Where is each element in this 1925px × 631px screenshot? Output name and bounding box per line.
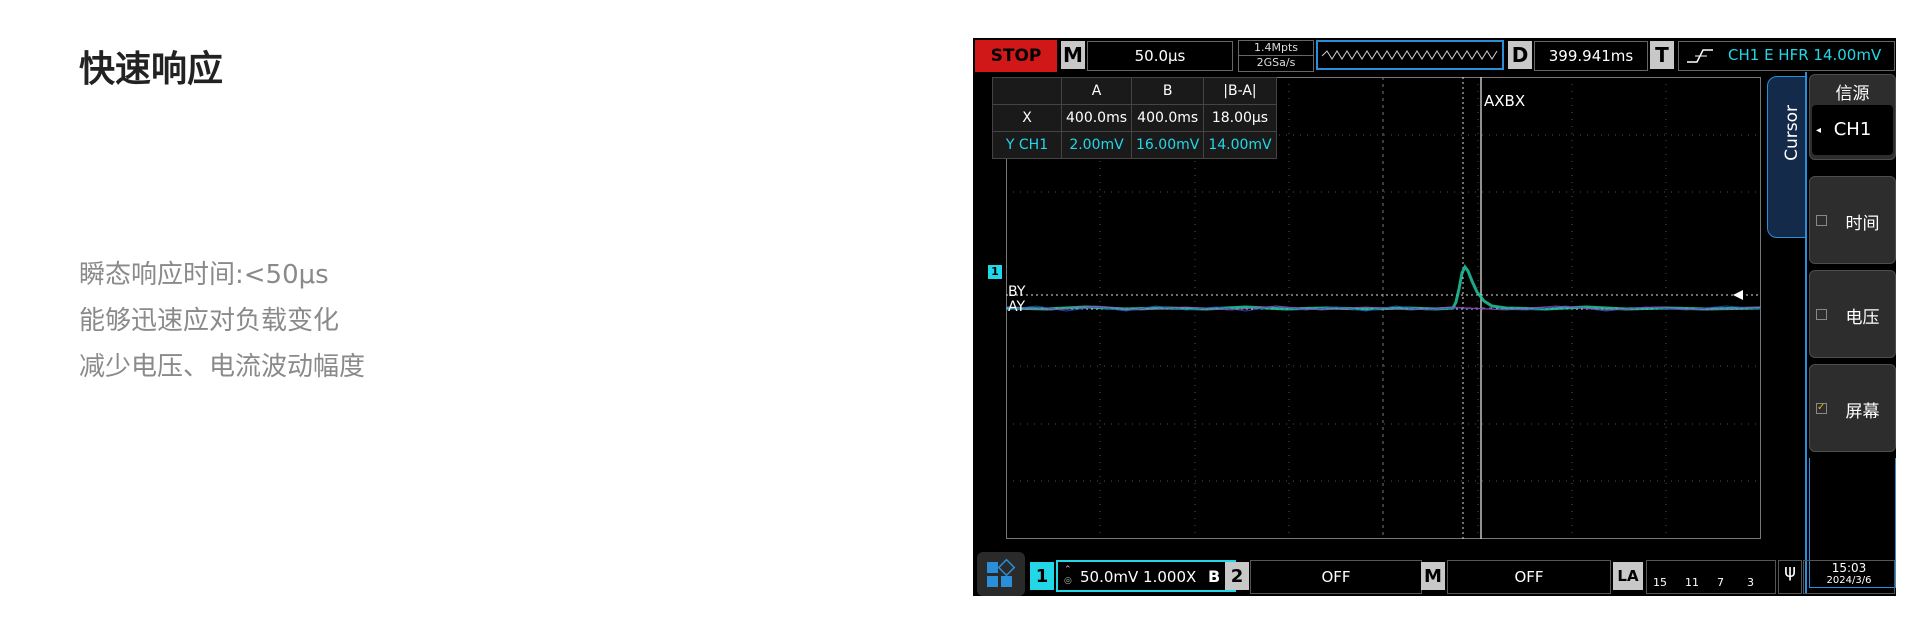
home-menu-button[interactable] bbox=[977, 552, 1025, 596]
ch1-ground-marker[interactable]: 1 bbox=[988, 265, 1002, 279]
table-cell: 14.00mV bbox=[1203, 131, 1277, 159]
cursor-by-label: BY bbox=[1008, 284, 1026, 300]
delay-icon: D bbox=[1508, 41, 1532, 69]
la-num: 3 bbox=[1747, 576, 1754, 589]
feature-description: 瞬态响应时间:<50μs 能够迅速应对负载变化 减少电压、电流波动幅度 bbox=[79, 252, 365, 390]
table-cell: 18.00μs bbox=[1203, 104, 1277, 132]
la-num: 7 bbox=[1717, 576, 1724, 589]
table-header: B bbox=[1131, 77, 1205, 105]
ch1-settings: 50.0mV 1.000X bbox=[1080, 568, 1197, 586]
cursor-tab-label: Cursor bbox=[1782, 105, 1802, 161]
voltage-label: 电压 bbox=[1845, 308, 1880, 328]
math-letter[interactable]: M bbox=[1421, 562, 1445, 590]
table-header: |B-A| bbox=[1203, 77, 1277, 105]
table-cell: 16.00mV bbox=[1131, 131, 1205, 159]
ch1-settings-field[interactable]: 50.0mV 1.000X B ⌃ ◎ bbox=[1056, 560, 1236, 592]
acquisition-info: 1.4Mpts 2GSa/s bbox=[1238, 40, 1314, 72]
oscilloscope-screen: STOP M 50.0μs 1.4Mpts 2GSa/s D 399.941ms… bbox=[973, 38, 1896, 596]
sample-rate: 2GSa/s bbox=[1239, 55, 1313, 70]
table-cell: X bbox=[992, 104, 1062, 132]
cursor-menu-tab[interactable]: Cursor bbox=[1767, 76, 1807, 238]
bandwidth-limit-label: B bbox=[1208, 567, 1221, 586]
waveform-overview[interactable] bbox=[1316, 40, 1504, 70]
timebase-field[interactable]: 50.0μs bbox=[1087, 41, 1233, 71]
overview-wave-icon bbox=[1321, 50, 1498, 60]
delay-field[interactable]: 399.941ms bbox=[1534, 41, 1648, 71]
table-cell: Y CH1 bbox=[992, 131, 1062, 159]
feature-line: 瞬态响应时间:<50μs bbox=[79, 260, 329, 290]
source-menu-button[interactable]: 信源 CH1 ◂ bbox=[1809, 74, 1896, 160]
menu-column: 信源 CH1 ◂ 时间 电压 ✓ 屏幕 bbox=[1805, 72, 1898, 594]
table-cell: 400.0ms bbox=[1131, 104, 1205, 132]
caret-left-icon: ◂ bbox=[1816, 125, 1822, 136]
math-state[interactable]: OFF bbox=[1447, 560, 1611, 594]
rising-edge-icon bbox=[1687, 49, 1713, 63]
table-header bbox=[992, 77, 1062, 105]
trigger-text: CH1 E HFR 14.00mV bbox=[1728, 46, 1882, 64]
grid-menu-icon bbox=[987, 558, 1016, 587]
table-cell: 2.00mV bbox=[1060, 131, 1133, 159]
clock-time: 15:03 bbox=[1831, 561, 1867, 575]
coupling-icon: ⌃ ◎ bbox=[1064, 565, 1072, 586]
la-num: 15 bbox=[1653, 576, 1667, 589]
cursor-x-label: AXBX bbox=[1484, 92, 1526, 110]
la-channel-group[interactable]: 15 11 7 3 bbox=[1646, 560, 1776, 594]
la-num: 11 bbox=[1685, 576, 1699, 589]
trigger-icon: T bbox=[1650, 41, 1674, 69]
time-menu-button[interactable]: 时间 bbox=[1809, 176, 1896, 264]
source-value-box: CH1 ◂ bbox=[1812, 105, 1893, 155]
trigger-level-arrow bbox=[1733, 290, 1743, 300]
scope-top-bar: STOP M 50.0μs 1.4Mpts 2GSa/s D 399.941ms… bbox=[973, 38, 1896, 72]
ch1-number[interactable]: 1 bbox=[1030, 562, 1054, 590]
memory-depth: 1.4Mpts bbox=[1253, 41, 1298, 54]
time-label: 时间 bbox=[1845, 214, 1880, 234]
clock-date: 2024/3/6 bbox=[1826, 575, 1872, 586]
table-cell: 400.0ms bbox=[1060, 104, 1133, 132]
timebase-icon: M bbox=[1061, 41, 1085, 69]
cursor-ay-label: AY bbox=[1008, 299, 1026, 315]
feature-line: 能够迅速应对负载变化 bbox=[79, 306, 340, 336]
table-header: A bbox=[1060, 77, 1133, 105]
cursor-menu: Cursor 信源 CH1 ◂ 时间 电压 ✓ 屏幕 bbox=[1765, 72, 1896, 594]
ch2-number[interactable]: 2 bbox=[1225, 562, 1249, 590]
screen-menu-button[interactable]: ✓ 屏幕 bbox=[1809, 364, 1896, 452]
feature-line: 减少电压、电流波动幅度 bbox=[79, 352, 366, 382]
usb-icon: ψ bbox=[1778, 560, 1802, 594]
clock: 15:03 2024/3/6 bbox=[1803, 560, 1895, 594]
source-header: 信源 bbox=[1835, 84, 1870, 104]
run-stop-button[interactable]: STOP bbox=[975, 40, 1057, 72]
scope-bottom-bar: 1 50.0mV 1.000X B ⌃ ◎ 2 OFF M OFF LA 15 1… bbox=[973, 548, 1896, 596]
screen-label: 屏幕 bbox=[1845, 402, 1880, 422]
voltage-menu-button[interactable]: 电压 bbox=[1809, 270, 1896, 358]
la-letter[interactable]: LA bbox=[1613, 562, 1643, 590]
source-value: CH1 bbox=[1833, 119, 1872, 140]
cursor-measurement-table: A B |B-A| X 400.0ms 400.0ms 18.00μs Y CH… bbox=[992, 77, 1277, 159]
ch2-state[interactable]: OFF bbox=[1250, 560, 1422, 594]
feature-title: 快速响应 bbox=[79, 49, 224, 90]
waveform-grid[interactable]: A B |B-A| X 400.0ms 400.0ms 18.00μs Y CH… bbox=[992, 77, 1762, 539]
